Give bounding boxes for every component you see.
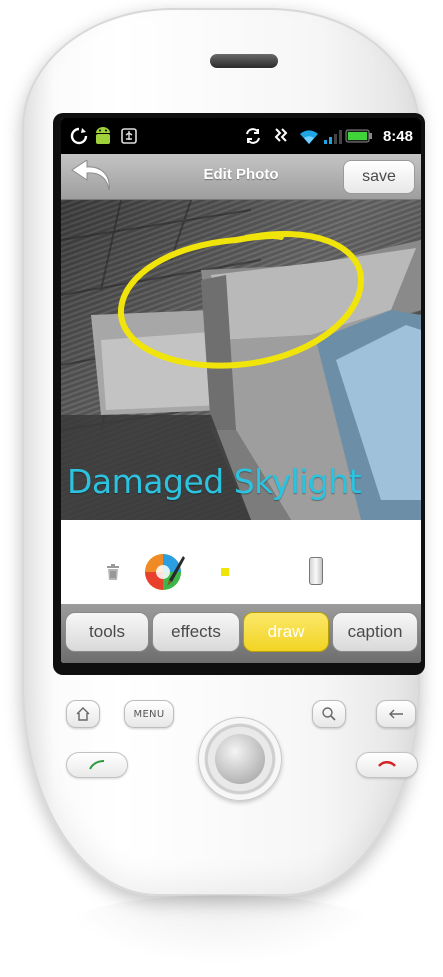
trackball[interactable]: [198, 717, 282, 801]
save-button[interactable]: save: [343, 160, 415, 194]
title-bar: Edit Photo save: [61, 154, 421, 200]
back-button[interactable]: [69, 159, 115, 194]
sync-icon: [241, 124, 265, 148]
tab-effects[interactable]: effects: [152, 612, 240, 652]
back-icon: [389, 709, 403, 719]
photo-caption[interactable]: Damaged Skylight: [67, 462, 362, 501]
draw-toolbar: [61, 520, 421, 603]
vibrate-icon: [269, 124, 293, 148]
end-call-icon: [378, 761, 396, 767]
trackball-center: [215, 734, 265, 784]
battery-icon: [345, 124, 373, 148]
menu-label: MENU: [133, 708, 165, 720]
call-button[interactable]: [66, 752, 128, 778]
trash-icon[interactable]: [106, 564, 120, 580]
brush-size-slider[interactable]: [267, 557, 379, 585]
android-icon: [91, 124, 115, 148]
back-arrow-icon: [71, 159, 110, 191]
usb-icon: [117, 124, 141, 148]
selected-color-swatch[interactable]: [221, 568, 229, 576]
search-icon: [322, 707, 336, 721]
tab-bar: tools effects draw caption: [61, 604, 421, 663]
screen: 8:48 Edit Photo save Damaged Skylight to…: [61, 118, 421, 663]
wifi-icon: [297, 124, 321, 148]
photo-canvas[interactable]: Damaged Skylight: [61, 200, 421, 520]
status-time: 8:48: [382, 128, 413, 145]
tab-caption[interactable]: caption: [332, 612, 418, 652]
end-call-button[interactable]: [356, 752, 418, 778]
phone-reflection: [60, 895, 382, 965]
earpiece: [210, 54, 278, 68]
hw-back-button[interactable]: [376, 700, 416, 728]
home-icon: [76, 707, 90, 721]
search-button[interactable]: [312, 700, 346, 728]
color-palette-icon[interactable]: [143, 550, 185, 592]
slider-thumb[interactable]: [309, 557, 324, 585]
signal-icon: [321, 124, 345, 148]
call-icon: [89, 760, 105, 770]
tab-tools[interactable]: tools: [65, 612, 149, 652]
status-bar: 8:48: [61, 118, 421, 154]
home-button[interactable]: [66, 700, 100, 728]
tab-draw[interactable]: draw: [243, 612, 329, 652]
sync-icon: [67, 124, 91, 148]
menu-button[interactable]: MENU: [124, 700, 174, 728]
